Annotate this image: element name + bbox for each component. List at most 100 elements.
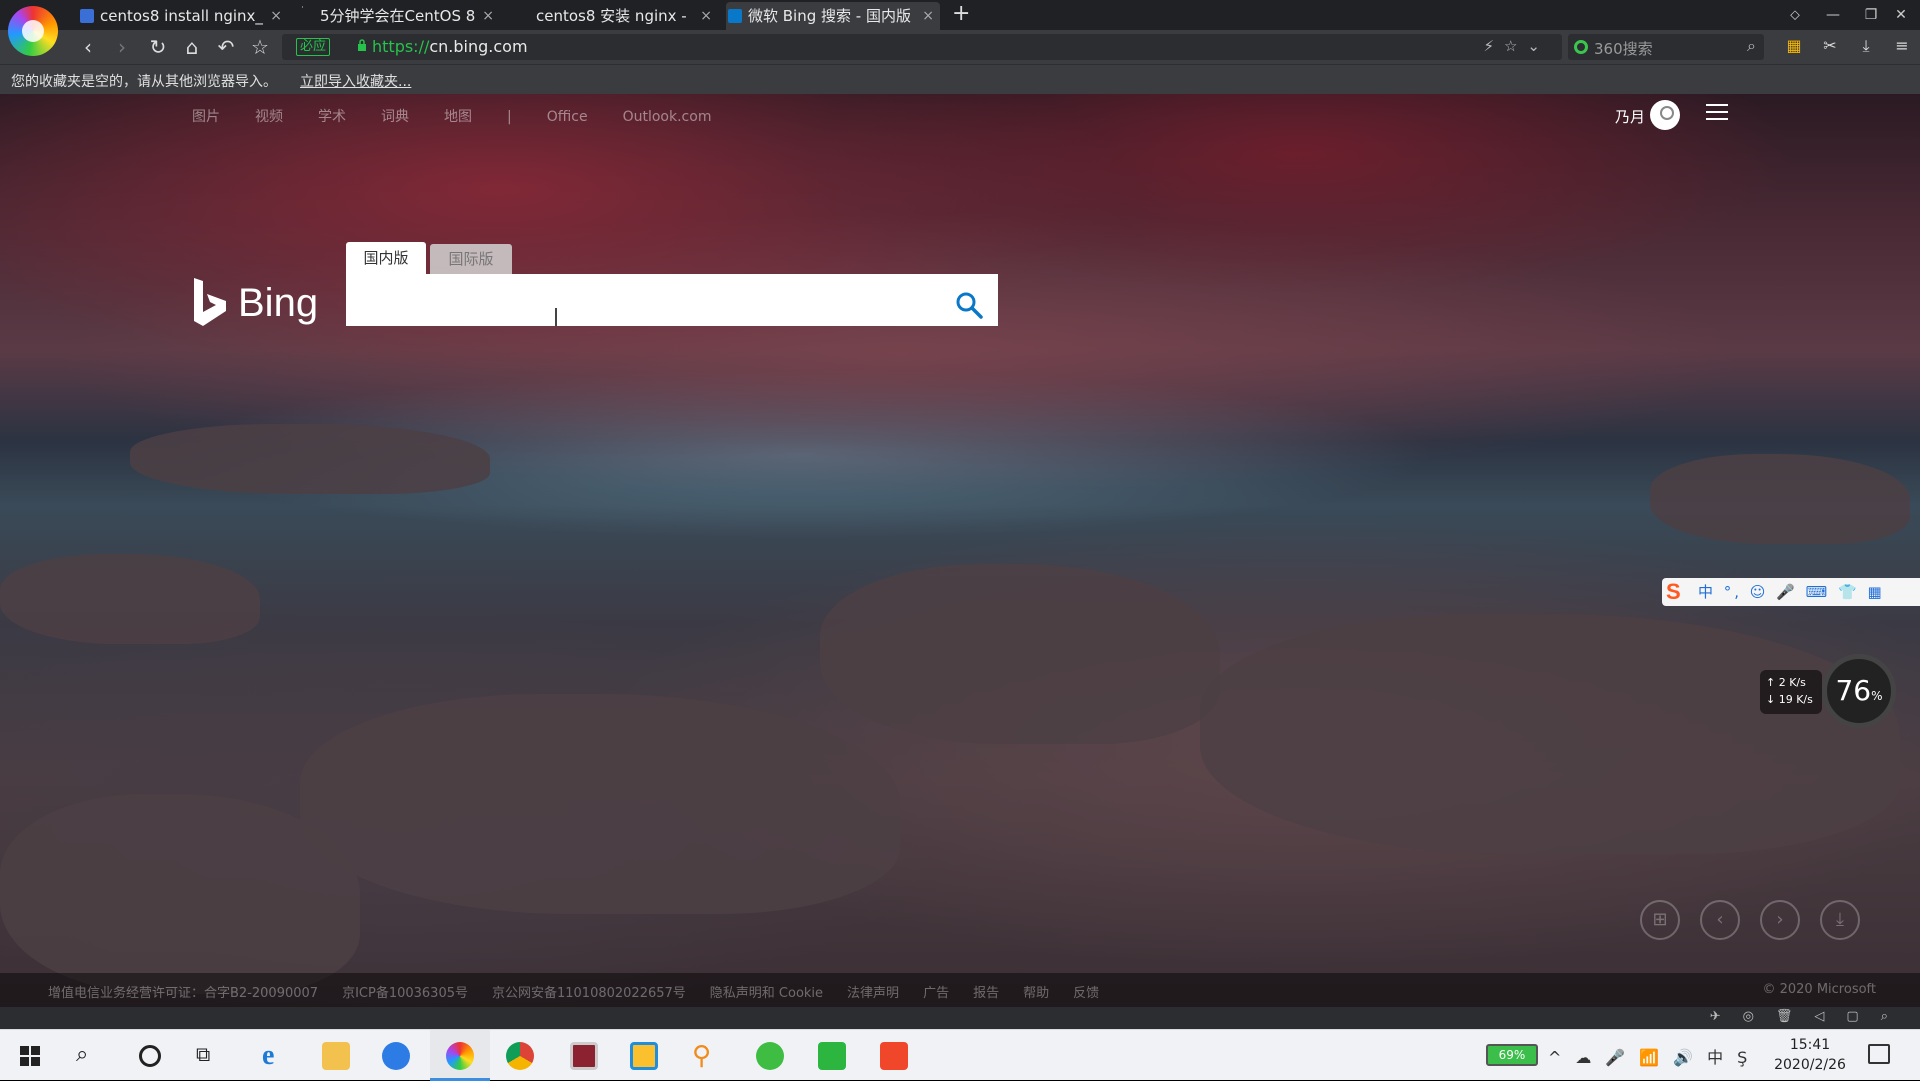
hamburger-menu-icon[interactable] xyxy=(1706,104,1728,122)
footer-police[interactable]: 京公网安备11010802022657号 xyxy=(492,986,686,1001)
home-icon[interactable]: ⌂ xyxy=(180,35,204,59)
pin-icon[interactable]: ⬦ xyxy=(1776,0,1814,30)
user-name[interactable]: 乃月 xyxy=(1615,106,1645,127)
browser-logo-icon[interactable] xyxy=(8,6,58,56)
tab-international[interactable]: 国际版 xyxy=(430,244,512,274)
notification-center-icon[interactable] xyxy=(1868,1044,1890,1064)
nav-videos[interactable]: 视频 xyxy=(255,109,283,125)
nav-office[interactable]: Office xyxy=(547,109,588,125)
new-tab-button[interactable]: + xyxy=(952,0,970,28)
download-image-icon[interactable]: ⤓ xyxy=(1820,900,1860,940)
menu-icon[interactable]: ≡ xyxy=(1884,36,1920,55)
footer-icp[interactable]: 京ICP备10036305号 xyxy=(342,986,468,1001)
search-engine-box[interactable]: 360搜索 ⌕ xyxy=(1568,34,1764,60)
nav-maps[interactable]: 地图 xyxy=(444,109,472,125)
url-action-icons[interactable]: ⚡☆⌄ xyxy=(1483,37,1550,55)
tab-close-icon[interactable]: × xyxy=(922,2,934,30)
remote-desktop-app[interactable] xyxy=(614,1030,674,1081)
search-icon[interactable]: ⌕ xyxy=(1747,36,1756,56)
tab-domestic[interactable]: 国内版 xyxy=(346,242,426,274)
status-bar-icons[interactable]: ✈◎🗑◁▢⌕ xyxy=(1710,1009,1910,1024)
edge-app[interactable]: e xyxy=(246,1030,306,1081)
ime-options[interactable]: 中 °, ☺ 🎤 ⌨ 👕 ▦ xyxy=(1698,581,1885,602)
taskbar-clock[interactable]: 15:41 2020/2/26 xyxy=(1770,1035,1850,1075)
search-taskbar-button[interactable]: ⌕ xyxy=(60,1030,120,1081)
forward-icon[interactable]: › xyxy=(110,35,134,59)
tab-title: 微软 Bing 搜索 - 国内版 xyxy=(748,7,911,25)
tab-close-icon[interactable]: × xyxy=(270,2,282,30)
url-text[interactable]: https://cn.bing.com xyxy=(372,37,528,56)
windows-taskbar: ⌕ ⧉ e ⚲ 69% ^☁🎤📶🔊中Ş 15:41 2020/2/26 xyxy=(0,1029,1920,1081)
footer-privacy[interactable]: 隐私声明和 Cookie xyxy=(710,986,823,1001)
image-info-icon[interactable]: ⊞ xyxy=(1640,900,1680,940)
site-favicon-icon: ˙ xyxy=(300,6,305,17)
footer-license[interactable]: 增值电信业务经营许可证：合字B2-20090007 xyxy=(48,986,318,1001)
avatar[interactable] xyxy=(1650,100,1680,130)
tab-5min-centos8[interactable]: ˙ 5分钟学会在CentOS 8 × xyxy=(298,2,500,30)
undo-close-icon[interactable]: ↶ xyxy=(214,35,238,59)
nav-dictionary[interactable]: 词典 xyxy=(381,109,409,125)
file-explorer-app[interactable] xyxy=(306,1030,366,1081)
footer-feedback[interactable]: 反馈 xyxy=(1073,986,1099,1001)
footer-legal[interactable]: 法律声明 xyxy=(847,986,899,1001)
previous-image-icon[interactable]: ‹ xyxy=(1700,900,1740,940)
bookmark-star-icon[interactable]: ☆ xyxy=(248,35,272,59)
task-view-button[interactable]: ⧉ xyxy=(180,1030,240,1081)
red-editor-app[interactable] xyxy=(864,1030,924,1081)
red-app-icon xyxy=(880,1042,908,1070)
green-editor-app[interactable] xyxy=(802,1030,862,1081)
search-input[interactable] xyxy=(356,282,936,318)
start-button[interactable] xyxy=(0,1030,60,1081)
tab-bar: centos8 install nginx_ × ˙ 5分钟学会在CentOS … xyxy=(0,0,1920,30)
tab-centos8-nginx[interactable]: centos8 安装 nginx - × xyxy=(514,2,718,30)
back-icon[interactable]: ‹ xyxy=(76,35,100,59)
task-view-icon: ⧉ xyxy=(196,1042,211,1066)
percent-sign: % xyxy=(1871,689,1883,703)
media-app-icon xyxy=(570,1042,598,1070)
footer-help[interactable]: 帮助 xyxy=(1023,986,1049,1001)
url-bar[interactable]: 必应 https://cn.bing.com ⚡☆⌄ xyxy=(282,34,1562,60)
bookmarks-empty-text: 您的收藏夹是空的，请从其他浏览器导入。 xyxy=(11,74,277,90)
bing-top-nav: 图片 视频 学术 词典 地图 | Office Outlook.com xyxy=(192,106,746,126)
nav-academic[interactable]: 学术 xyxy=(318,109,346,125)
media-app[interactable] xyxy=(554,1030,614,1081)
network-monitor-widget[interactable]: ↑ 2 K/s ↓ 19 K/s 76% xyxy=(1760,654,1896,728)
cortana-icon xyxy=(139,1045,161,1067)
tab-centos8-install-nginx[interactable]: centos8 install nginx_ × xyxy=(78,2,288,30)
site-cert-badge[interactable]: 必应 xyxy=(296,38,331,56)
minimize-button[interactable]: — xyxy=(1814,0,1852,30)
360-browser-app[interactable] xyxy=(430,1030,490,1081)
clock-app[interactable] xyxy=(366,1030,426,1081)
ime-toolbar[interactable]: S 中 °, ☺ 🎤 ⌨ 👕 ▦ xyxy=(1662,578,1920,606)
import-bookmarks-link[interactable]: 立即导入收藏夹... xyxy=(300,71,411,91)
battery-indicator[interactable]: 69% xyxy=(1486,1044,1538,1066)
tab-bing-search[interactable]: 微软 Bing 搜索 - 国内版 × xyxy=(726,2,940,30)
apps-grid-icon[interactable]: ▦ xyxy=(1776,36,1812,55)
footer-report[interactable]: 报告 xyxy=(973,986,999,1001)
green-app-icon xyxy=(818,1042,846,1070)
close-window-button[interactable]: ✕ xyxy=(1882,0,1920,30)
bing-search-box[interactable] xyxy=(346,274,998,326)
search-button-icon[interactable] xyxy=(954,290,984,320)
nav-images[interactable]: 图片 xyxy=(192,109,220,125)
footer-ads[interactable]: 广告 xyxy=(923,986,949,1001)
tab-close-icon[interactable]: × xyxy=(700,2,712,30)
lock-icon xyxy=(358,39,366,51)
chrome-app[interactable] xyxy=(490,1030,550,1081)
reload-icon[interactable]: ↻ xyxy=(146,35,170,59)
wechat-app[interactable] xyxy=(740,1030,800,1081)
tab-close-icon[interactable]: × xyxy=(482,2,494,30)
sogou-ime-icon[interactable]: S xyxy=(1666,580,1692,604)
bing-footer: 增值电信业务经营许可证：合字B2-20090007 京ICP备10036305号 京… xyxy=(0,973,1920,1007)
search-engine-icon xyxy=(1574,40,1588,54)
search-tool-app[interactable]: ⚲ xyxy=(676,1030,736,1081)
tab-title: 5分钟学会在CentOS 8 xyxy=(320,7,476,25)
magnifier-app-icon: ⚲ xyxy=(692,1041,712,1071)
next-image-icon[interactable]: › xyxy=(1760,900,1800,940)
scissors-icon[interactable]: ✂ xyxy=(1812,36,1848,55)
browser-window: centos8 install nginx_ × ˙ 5分钟学会在CentOS … xyxy=(0,0,1920,1081)
nav-outlook[interactable]: Outlook.com xyxy=(623,109,712,125)
download-icon[interactable]: ⤓ xyxy=(1848,36,1884,56)
cortana-button[interactable] xyxy=(120,1030,180,1081)
system-tray-icons[interactable]: ^☁🎤📶🔊中Ş xyxy=(1548,1044,1761,1068)
